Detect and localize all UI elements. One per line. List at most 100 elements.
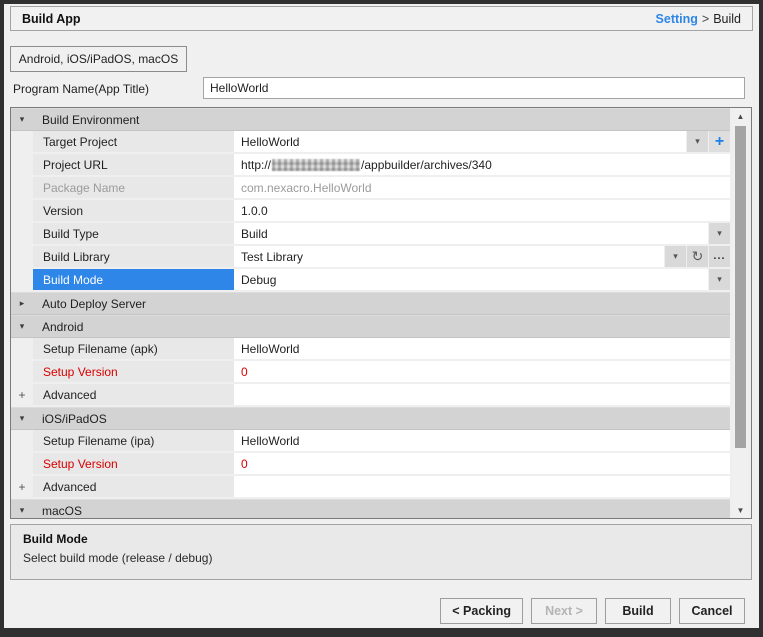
chevron-down-icon: ▾ <box>717 229 722 238</box>
section-label: macOS <box>33 504 82 518</box>
property-row-advanced: + Advanced <box>11 384 730 407</box>
property-value[interactable]: Debug <box>234 269 708 290</box>
property-label-text: Target Project <box>43 135 117 149</box>
section-row-macos[interactable]: ▾ macOS <box>11 499 730 519</box>
build-button[interactable]: Build <box>605 598 671 624</box>
build-app-dialog: Build App Setting > Build Android, iOS/i… <box>4 4 759 628</box>
tab-label: Android, iOS/iPadOS, macOS <box>19 52 178 66</box>
description-title: Build Mode <box>23 532 739 546</box>
footer-buttons: < Packing Next > Build Cancel <box>440 598 745 624</box>
tab-android-ios-macos[interactable]: Android, iOS/iPadOS, macOS <box>10 46 187 72</box>
property-value-text: 0 <box>241 457 248 471</box>
property-grid: ▾Build Environment Target Project HelloWor… <box>10 107 752 519</box>
refresh-icon: ↻ <box>692 248 704 265</box>
cancel-button[interactable]: Cancel <box>679 598 745 624</box>
add-button[interactable]: + <box>709 131 730 152</box>
property-value-text: com.nexacro.HelloWorld <box>241 181 372 195</box>
scroll-up-icon[interactable]: ▲ <box>733 109 748 123</box>
property-row-build-library: Build Library Test Library ▾ ↻... <box>11 246 730 269</box>
property-value-text: 0 <box>241 365 248 379</box>
chevron-down-icon[interactable]: ▾ <box>20 115 25 124</box>
property-label-text: Setup Version <box>43 457 118 471</box>
more-button[interactable]: ... <box>709 246 730 267</box>
property-value[interactable]: Test Library <box>234 246 664 267</box>
property-value[interactable]: Build <box>234 223 708 244</box>
property-value-text: Test Library <box>241 250 303 264</box>
dropdown-button[interactable]: ▾ <box>665 246 686 267</box>
section-label: Auto Deploy Server <box>33 297 146 311</box>
property-label[interactable]: Setup Version <box>33 453 234 474</box>
property-value-text: 1.0.0 <box>241 204 268 218</box>
redacted-host-text <box>272 159 360 171</box>
breadcrumb-setting-link[interactable]: Setting <box>656 12 698 26</box>
chevron-down-icon[interactable]: ▾ <box>20 506 25 515</box>
property-label-text: Version <box>43 204 83 218</box>
property-value[interactable]: 1.0.0 <box>234 200 730 221</box>
next-button: Next > <box>531 598 597 624</box>
more-icon: ... <box>713 250 725 262</box>
property-label-text: Setup Version <box>43 365 118 379</box>
url-prefix: http:// <box>241 158 271 172</box>
scrollbar-thumb[interactable] <box>735 126 746 448</box>
property-value[interactable]: 0 <box>234 361 730 382</box>
expand-plus-icon[interactable]: + <box>18 389 25 401</box>
chevron-down-icon[interactable]: ▾ <box>20 322 25 331</box>
breadcrumb-current: Build <box>713 12 741 26</box>
section-row-ios-ipados[interactable]: ▾ iOS/iPadOS <box>11 407 730 430</box>
property-label-text: Project URL <box>43 158 108 172</box>
titlebar: Build App Setting > Build <box>10 6 753 31</box>
property-value[interactable]: com.nexacro.HelloWorld <box>234 177 730 198</box>
section-row-auto-deploy-server[interactable]: ▸ Auto Deploy Server <box>11 292 730 315</box>
property-label-text: Setup Filename (ipa) <box>43 434 154 448</box>
description-text: Select build mode (release / debug) <box>23 551 739 565</box>
section-label: iOS/iPadOS <box>33 412 107 426</box>
chevron-down-icon[interactable]: ▾ <box>20 414 25 423</box>
property-row-setup-version: Setup Version 0 <box>11 453 730 476</box>
property-label-text: Advanced <box>43 388 96 402</box>
dropdown-button[interactable]: ▾ <box>709 269 730 290</box>
refresh-button[interactable]: ↻ <box>687 246 708 267</box>
property-label[interactable]: Project URL <box>33 154 234 175</box>
dropdown-button[interactable]: ▾ <box>709 223 730 244</box>
chevron-down-icon: ▾ <box>717 275 722 284</box>
property-label[interactable]: Build Library <box>33 246 234 267</box>
section-row-build-environment[interactable]: ▾Build Environment <box>11 108 730 131</box>
property-value[interactable] <box>234 476 730 497</box>
property-label[interactable]: Setup Filename (apk) <box>33 338 234 359</box>
property-label[interactable]: Package Name <box>33 177 234 198</box>
breadcrumb-separator: > <box>702 12 709 26</box>
property-label[interactable]: Target Project <box>33 131 234 152</box>
dropdown-button[interactable]: ▾ <box>687 131 708 152</box>
property-value[interactable]: HelloWorld <box>234 430 730 451</box>
property-value[interactable]: HelloWorld <box>234 131 686 152</box>
chevron-right-icon[interactable]: ▸ <box>20 299 25 308</box>
chevron-down-icon: ▾ <box>695 137 700 146</box>
program-name-input[interactable] <box>203 77 745 99</box>
section-row-android[interactable]: ▾ Android <box>11 315 730 338</box>
property-label[interactable]: Version <box>33 200 234 221</box>
property-label[interactable]: Advanced <box>33 384 234 405</box>
property-label[interactable]: Setup Filename (ipa) <box>33 430 234 451</box>
property-value[interactable]: HelloWorld <box>234 338 730 359</box>
property-label[interactable]: Setup Version <box>33 361 234 382</box>
property-label[interactable]: Build Type <box>33 223 234 244</box>
vertical-scrollbar[interactable]: ▲ ▼ <box>733 108 748 518</box>
property-label[interactable]: Advanced <box>33 476 234 497</box>
scroll-down-icon[interactable]: ▼ <box>733 503 748 517</box>
property-value[interactable]: http:///appbuilder/archives/340 <box>234 154 730 175</box>
property-label[interactable]: Build Mode <box>33 269 234 290</box>
property-label-text: Package Name <box>43 181 125 195</box>
property-row-setup-version: Setup Version 0 <box>11 361 730 384</box>
property-row-advanced: + Advanced <box>11 476 730 499</box>
dialog-title: Build App <box>22 12 81 26</box>
property-row-setup-filename-ipa: Setup Filename (ipa) HelloWorld <box>11 430 730 453</box>
property-value[interactable]: 0 <box>234 453 730 474</box>
expand-plus-icon[interactable]: + <box>18 481 25 493</box>
property-value[interactable] <box>234 384 730 405</box>
property-row-target-project: Target Project HelloWorld ▾ + <box>11 131 730 154</box>
description-panel: Build Mode Select build mode (release / … <box>10 524 752 580</box>
packing-button[interactable]: < Packing <box>440 598 523 624</box>
property-row-version: Version 1.0.0 <box>11 200 730 223</box>
section-label: Android <box>33 320 83 334</box>
property-label-text: Setup Filename (apk) <box>43 342 158 356</box>
